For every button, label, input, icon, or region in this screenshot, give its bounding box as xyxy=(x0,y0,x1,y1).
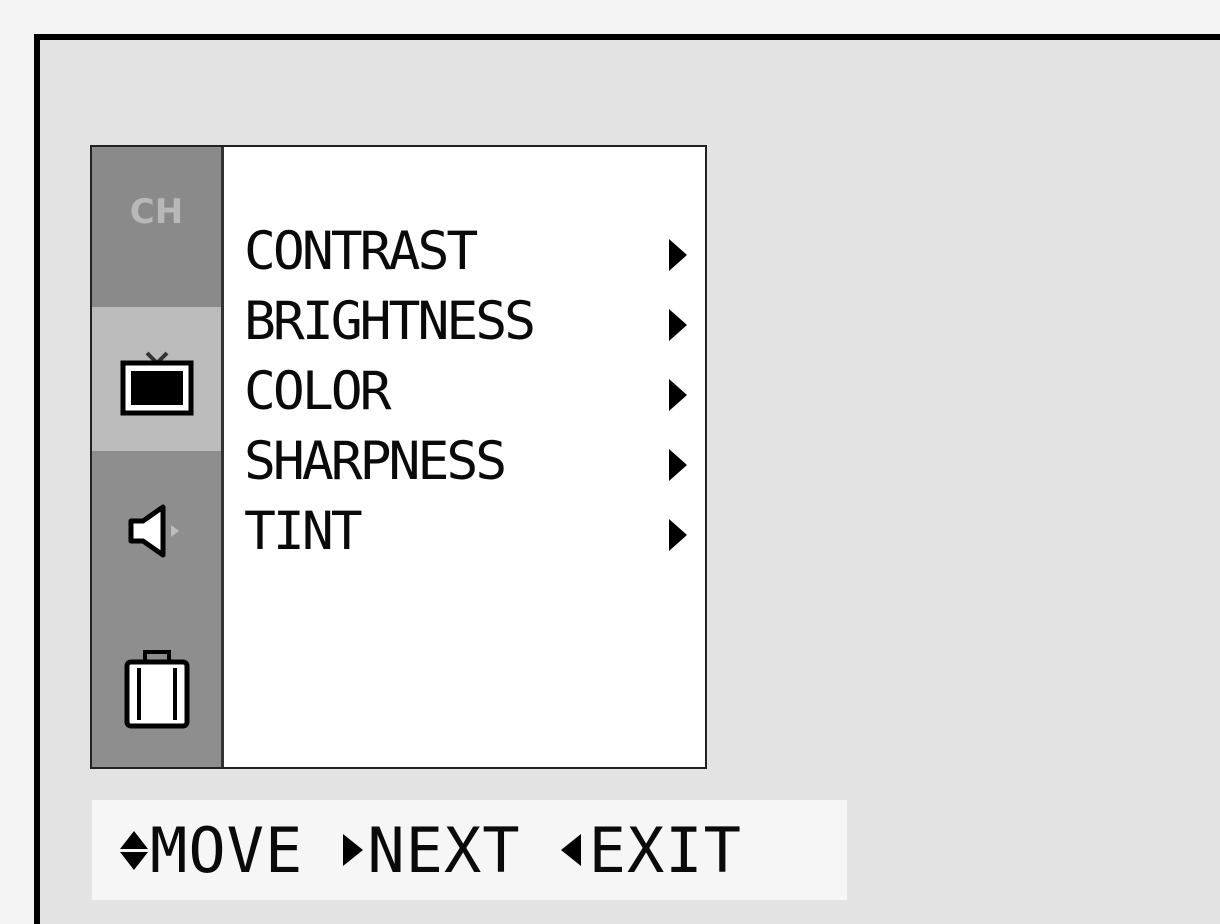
hint-move-label: MOVE xyxy=(150,813,304,887)
hint-move: MOVE xyxy=(120,814,303,887)
menu-item-label: BRIGHTNESS xyxy=(244,291,536,352)
hint-exit-label: EXIT xyxy=(588,813,742,887)
arrow-left-icon xyxy=(560,834,581,866)
osd-menu: CH CONTRAST BRIGHTNESS COLOR SHARPNESS T… xyxy=(90,145,707,769)
arrow-right-icon xyxy=(669,239,687,271)
navigation-hint-bar: MOVE NEXT EXIT xyxy=(92,800,847,900)
menu-item-contrast[interactable]: CONTRAST xyxy=(244,217,705,287)
tv-icon xyxy=(120,351,193,416)
tab-sound[interactable] xyxy=(92,451,221,611)
case-icon xyxy=(124,650,189,729)
menu-item-tint[interactable]: TINT xyxy=(244,497,705,567)
menu-item-label: TINT xyxy=(244,501,363,562)
tab-picture[interactable] xyxy=(92,307,221,451)
speaker-icon xyxy=(128,504,179,558)
arrow-right-icon xyxy=(343,834,364,866)
hint-next-label: NEXT xyxy=(367,813,521,887)
hint-exit: EXIT xyxy=(560,813,742,887)
arrow-right-icon xyxy=(669,449,687,481)
menu-item-color[interactable]: COLOR xyxy=(244,357,705,427)
arrow-right-icon xyxy=(669,519,687,551)
menu-item-label: CONTRAST xyxy=(244,221,478,282)
menu-item-sharpness[interactable]: SHARPNESS xyxy=(244,427,705,497)
tab-special[interactable] xyxy=(92,611,221,771)
channel-icon: CH xyxy=(129,192,184,232)
hint-next: NEXT xyxy=(343,814,520,887)
arrow-right-icon xyxy=(669,309,687,341)
arrow-right-icon xyxy=(669,379,687,411)
menu-item-brightness[interactable]: BRIGHTNESS xyxy=(244,287,705,357)
picture-menu-list: CONTRAST BRIGHTNESS COLOR SHARPNESS TINT xyxy=(244,217,705,567)
tab-channel[interactable]: CH xyxy=(92,147,221,307)
up-down-arrow-icon xyxy=(120,830,148,870)
menu-sidebar: CH xyxy=(92,147,224,767)
menu-item-label: SHARPNESS xyxy=(244,431,507,492)
menu-item-label: COLOR xyxy=(244,361,392,422)
